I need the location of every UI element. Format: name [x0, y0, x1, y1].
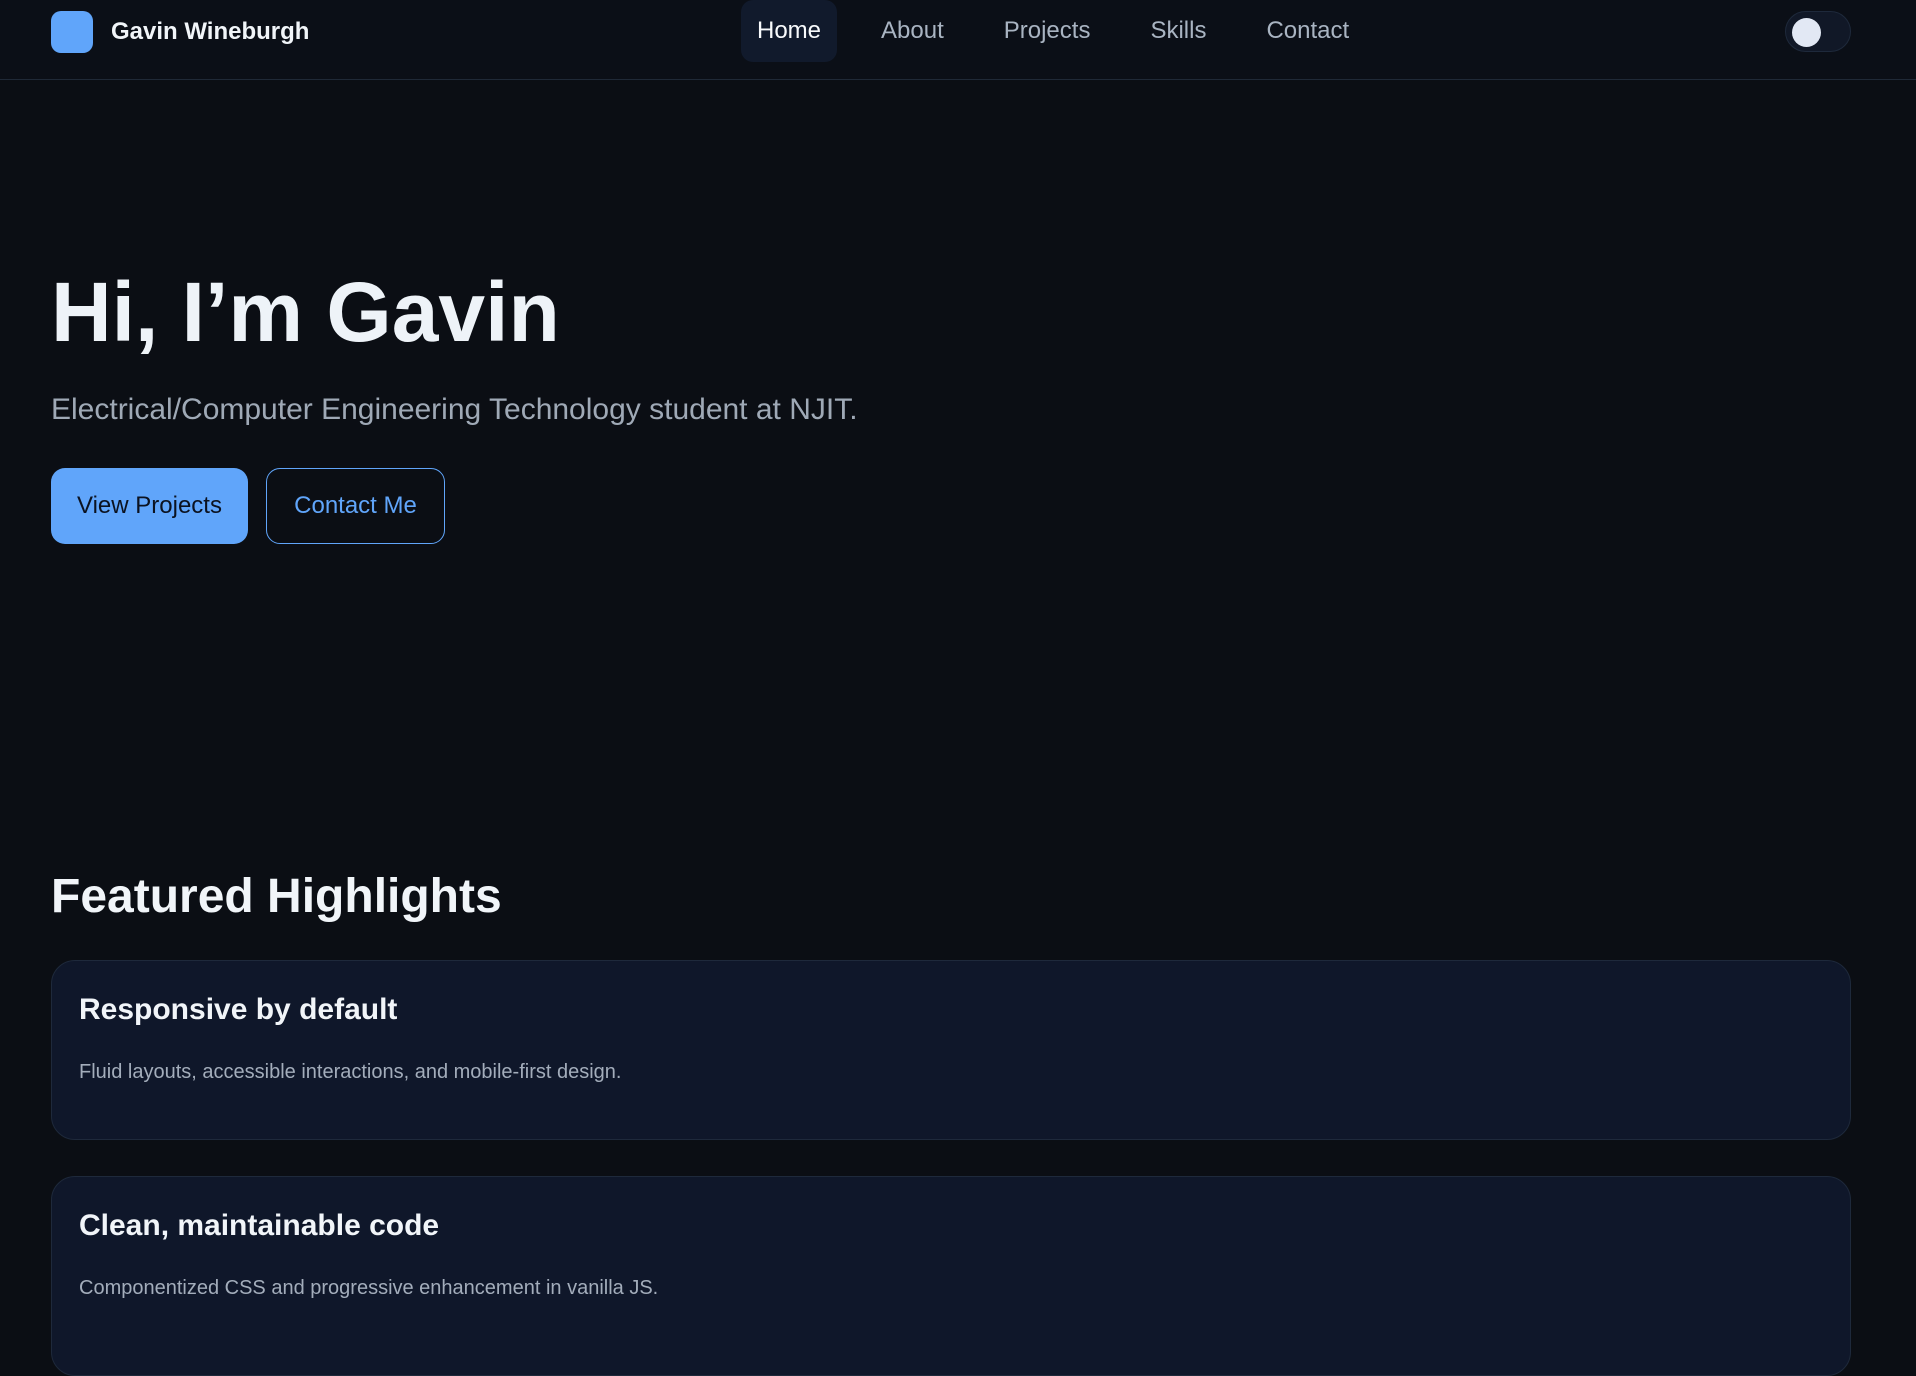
main-nav: Home About Projects Skills Contact: [741, 0, 1393, 62]
section-title-highlights: Featured Highlights: [51, 870, 502, 923]
theme-toggle[interactable]: [1785, 11, 1851, 52]
nav-link-projects[interactable]: Projects: [988, 0, 1107, 62]
hero-title: Hi, I’m Gavin: [51, 265, 560, 359]
nav-link-contact[interactable]: Contact: [1250, 0, 1365, 62]
nav-link-home[interactable]: Home: [741, 0, 838, 62]
highlight-card-title: Clean, maintainable code: [79, 1209, 440, 1242]
highlight-card-title: Responsive by default: [79, 993, 398, 1026]
site-header: Gavin Wineburgh Home About Projects Skil…: [0, 0, 1916, 80]
highlight-card: Clean, maintainable code Componentized C…: [51, 1176, 1851, 1376]
brand-name: Gavin Wineburgh: [111, 17, 310, 45]
nav-link-about[interactable]: About: [865, 0, 960, 62]
brand[interactable]: Gavin Wineburgh: [51, 10, 309, 53]
nav-link-skills[interactable]: Skills: [1134, 0, 1222, 62]
brand-logo-icon: [51, 10, 93, 53]
contact-me-button[interactable]: Contact Me: [266, 468, 445, 544]
hero-subtitle: Electrical/Computer Engineering Technolo…: [51, 393, 858, 426]
highlight-card-description: Componentized CSS and progressive enhanc…: [79, 1277, 659, 1299]
theme-toggle-knob-icon: [1792, 18, 1821, 47]
view-projects-button[interactable]: View Projects: [51, 468, 248, 544]
highlight-card-description: Fluid layouts, accessible interactions, …: [79, 1061, 622, 1083]
highlight-card: Responsive by default Fluid layouts, acc…: [51, 960, 1851, 1140]
